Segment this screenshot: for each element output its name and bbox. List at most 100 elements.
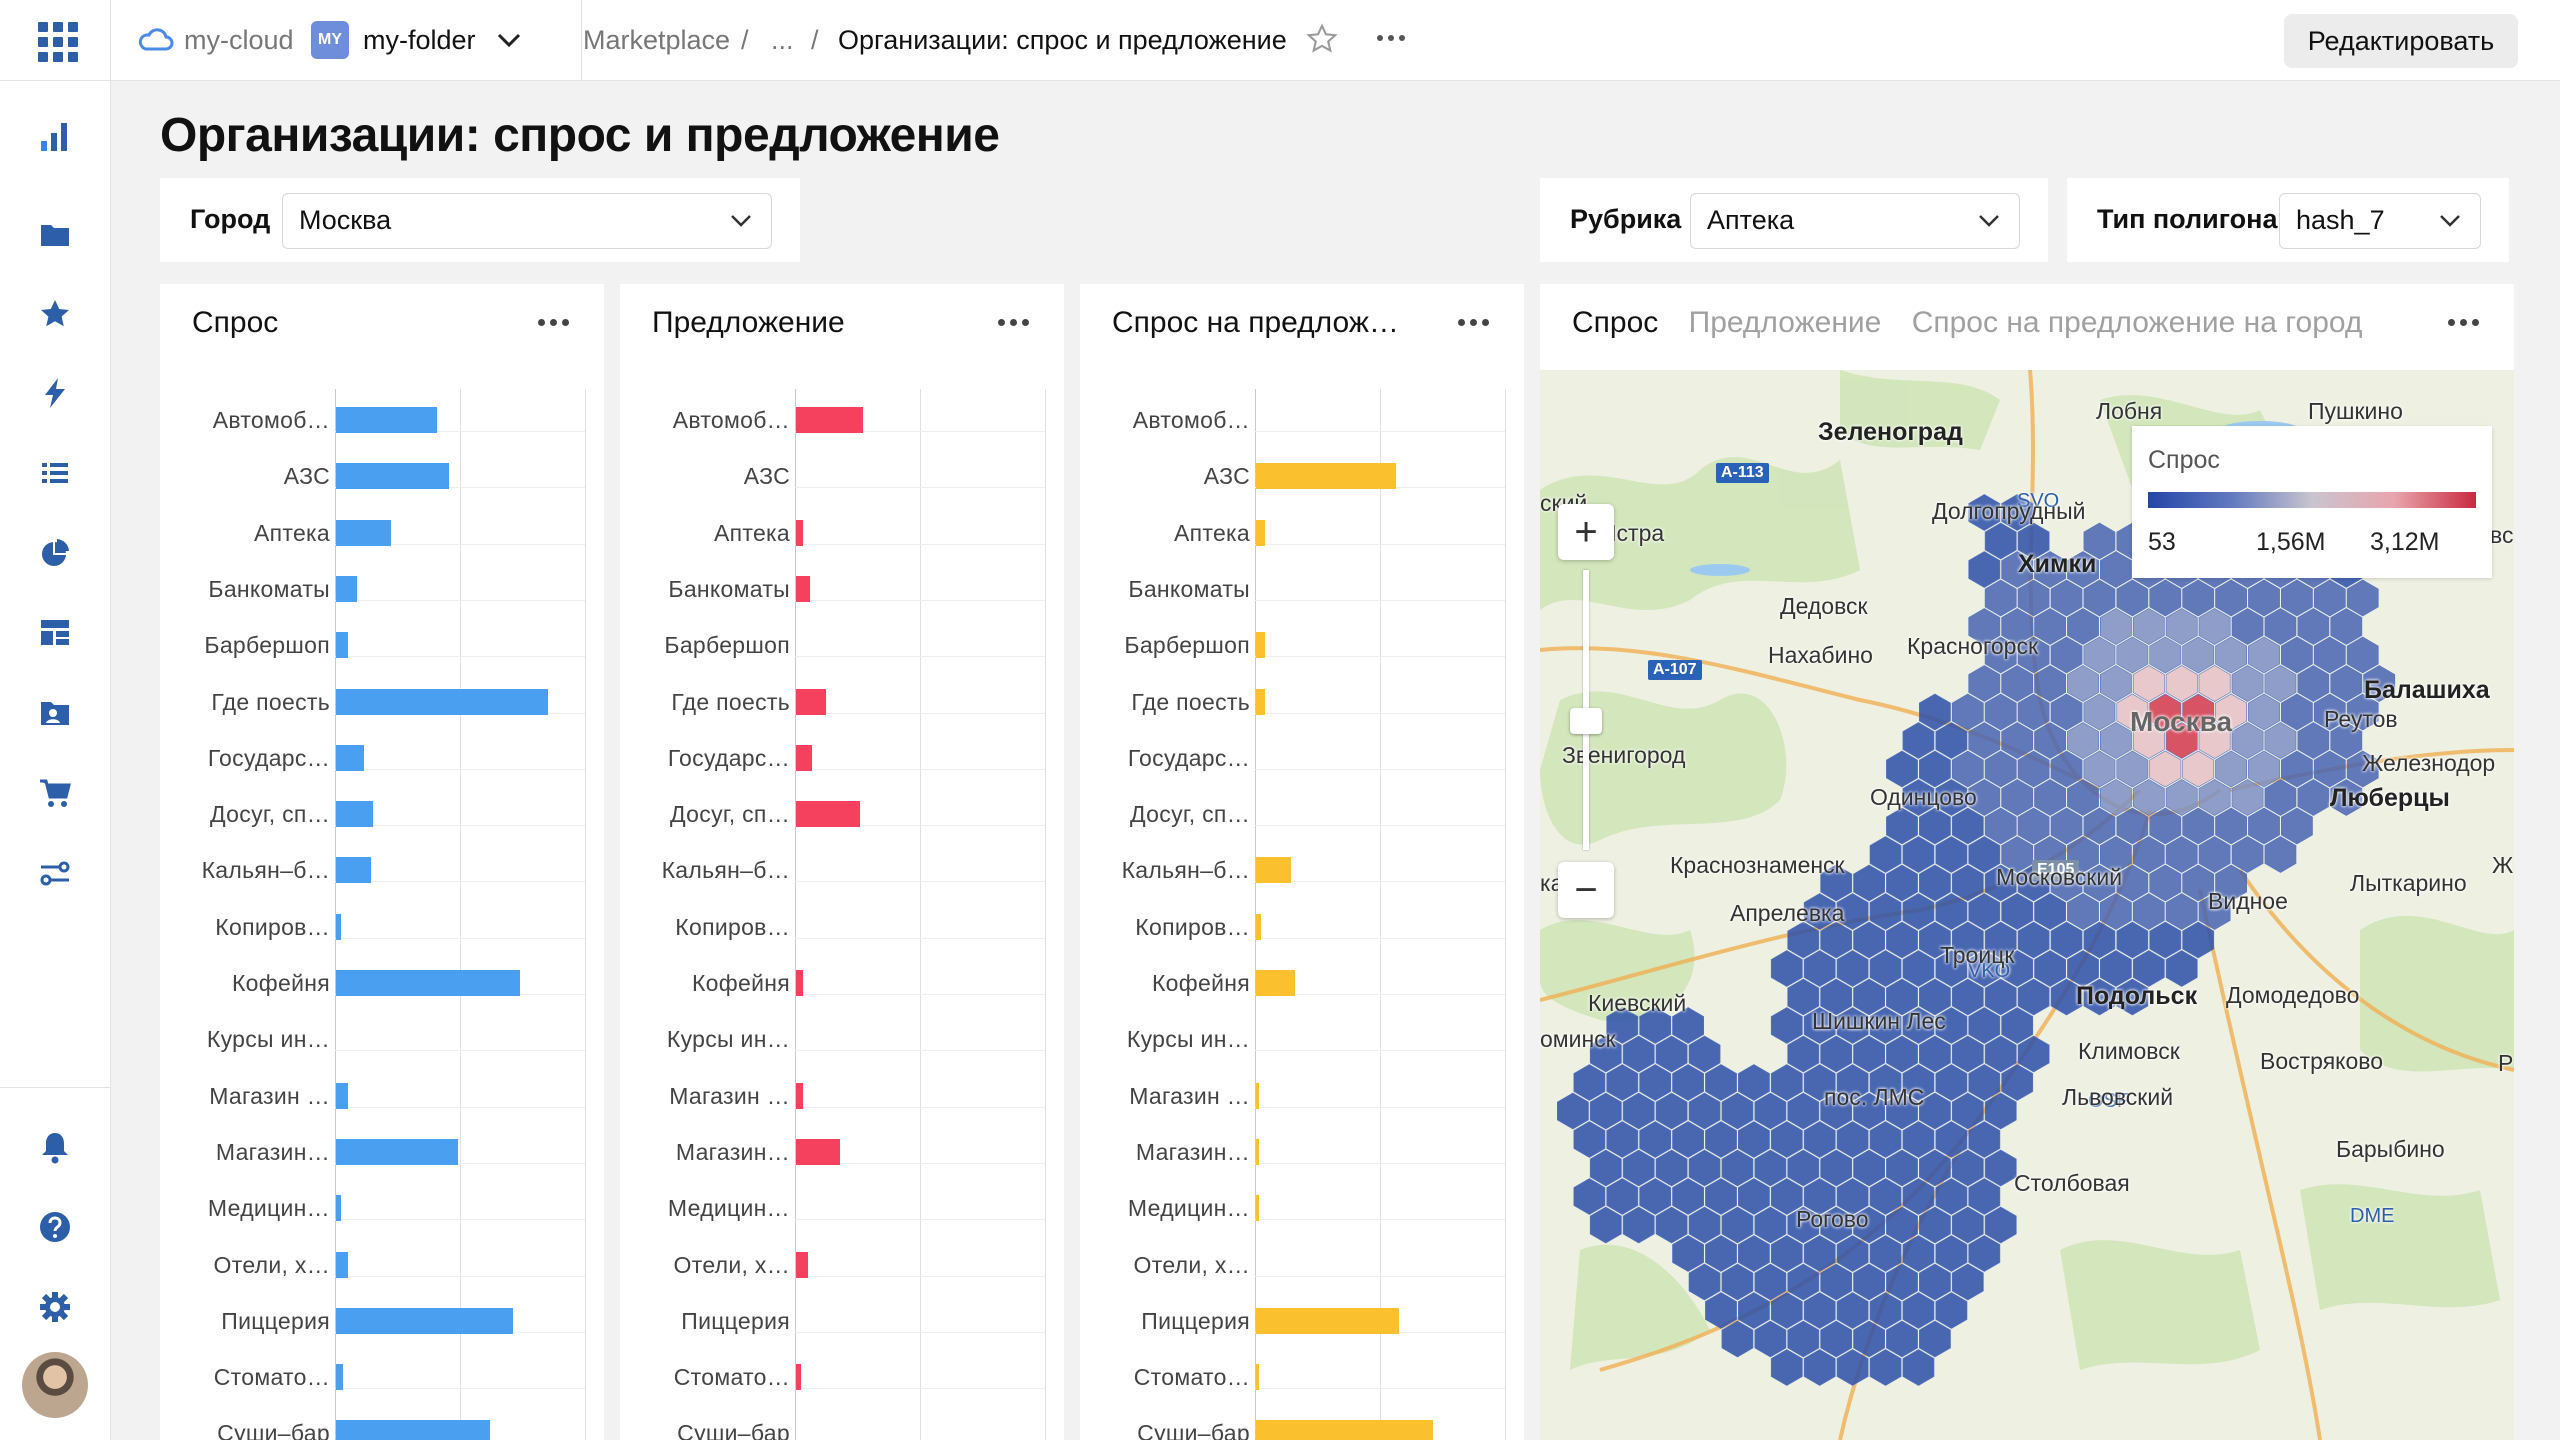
bar[interactable] <box>796 970 803 996</box>
chart-row-line <box>1255 768 1505 770</box>
bar[interactable] <box>1256 632 1266 659</box>
bar[interactable] <box>796 519 803 546</box>
bar[interactable] <box>336 970 520 996</box>
tab-demand[interactable]: Спрос <box>1572 306 1658 339</box>
bar[interactable] <box>336 519 392 546</box>
bar[interactable] <box>336 1195 341 1222</box>
bar[interactable] <box>336 407 438 433</box>
bar[interactable] <box>336 1138 458 1165</box>
bar[interactable] <box>1256 688 1266 715</box>
dashboard-icon[interactable] <box>35 613 75 653</box>
bar[interactable] <box>336 575 357 602</box>
bar[interactable] <box>336 1082 348 1109</box>
folder-icon[interactable] <box>35 215 75 255</box>
bar[interactable] <box>796 744 813 771</box>
cart-icon[interactable] <box>35 773 75 813</box>
edit-button[interactable]: Редактировать <box>2284 14 2518 68</box>
list-icon[interactable] <box>35 453 75 493</box>
zoom-out-button[interactable]: − <box>1558 862 1614 918</box>
category-label: Магазин… <box>1135 1138 1250 1165</box>
bar-chart-icon[interactable] <box>35 117 75 157</box>
heatmap-legend: Спрос 53 1,56M 3,12M <box>2132 426 2492 578</box>
bar[interactable] <box>1256 1307 1399 1334</box>
folder-selector[interactable]: my-folder <box>363 22 476 58</box>
bar[interactable] <box>796 1364 801 1391</box>
bar[interactable] <box>336 801 373 828</box>
bar[interactable] <box>1256 1195 1259 1222</box>
help-icon[interactable] <box>35 1207 75 1247</box>
bar[interactable] <box>1256 857 1291 884</box>
bar[interactable] <box>1256 1364 1259 1391</box>
bar[interactable] <box>796 575 810 602</box>
chart-row-line <box>1255 1050 1505 1052</box>
bar[interactable] <box>796 1251 808 1278</box>
top-bar: my-cloud MY my-folder Marketplace / ... … <box>111 0 2560 81</box>
tab-supply[interactable]: Предложение <box>1689 306 1882 339</box>
chart-plot-area <box>335 389 586 1440</box>
breadcrumb-marketplace[interactable]: Marketplace <box>583 22 730 58</box>
bar[interactable] <box>336 913 341 940</box>
map-city-label: Балашиха <box>2364 676 2490 704</box>
demand-chart-panel: Спрос Автомоб… АЗС Аптека Банкоматы Барбершо… <box>160 284 604 1440</box>
settings-gear-icon[interactable] <box>35 1287 75 1327</box>
bar[interactable] <box>1256 913 1261 940</box>
panel-more-icon[interactable] <box>2448 312 2484 332</box>
star-icon[interactable] <box>35 294 75 334</box>
breadcrumb-ellipsis[interactable]: ... <box>771 22 794 58</box>
rubric-select[interactable]: Аптека <box>1690 193 2020 249</box>
bar[interactable] <box>796 801 861 828</box>
favorite-star-icon[interactable] <box>1305 22 1339 56</box>
bar[interactable] <box>336 1251 348 1278</box>
chart-gridline <box>795 389 796 1440</box>
bar[interactable] <box>1256 1420 1434 1440</box>
category-label: Автомоб… <box>212 407 330 433</box>
apps-grid-icon[interactable] <box>38 22 78 62</box>
lightning-icon[interactable] <box>35 373 75 413</box>
rubric-filter: Рубрика Аптека <box>1540 178 2048 262</box>
bar[interactable] <box>1256 463 1397 490</box>
zoom-in-button[interactable]: + <box>1558 504 1614 560</box>
more-options-icon[interactable] <box>1377 35 1405 41</box>
bar[interactable] <box>336 463 449 490</box>
category-label: Магазин … <box>209 1082 330 1109</box>
panel-more-icon[interactable] <box>1458 312 1494 332</box>
bar[interactable] <box>1256 519 1266 546</box>
category-label: АЗС <box>283 463 330 490</box>
bar[interactable] <box>1256 970 1296 996</box>
bar[interactable] <box>336 1420 491 1440</box>
bar[interactable] <box>336 744 364 771</box>
bell-icon[interactable] <box>35 1127 75 1167</box>
zoom-slider-handle[interactable] <box>1570 708 1602 734</box>
map-city-label: Р <box>2498 1050 2514 1076</box>
chart-row-line <box>795 937 1045 939</box>
bar[interactable] <box>336 688 548 715</box>
panel-more-icon[interactable] <box>998 312 1034 332</box>
bar[interactable] <box>336 1307 514 1334</box>
chart-row-line <box>795 1275 1045 1277</box>
tab-demand-per-supply[interactable]: Спрос на предложение на город <box>1912 306 2363 339</box>
bar[interactable] <box>1256 1138 1259 1165</box>
breadcrumb-current: Организации: спрос и предложение <box>838 25 1287 55</box>
heatmap-map[interactable]: A-113 A-107 E105 SVO VKO OSF DME Зеленог… <box>1540 370 2514 1440</box>
bar[interactable] <box>336 1364 343 1391</box>
category-label: Стомато… <box>213 1364 330 1391</box>
cloud-breadcrumb[interactable]: my-cloud <box>184 22 294 58</box>
bar[interactable] <box>796 688 826 715</box>
connections-icon[interactable] <box>35 853 75 893</box>
chevron-down-icon[interactable] <box>496 31 522 49</box>
chart-row-line <box>795 994 1045 995</box>
bar[interactable] <box>336 857 371 884</box>
map-city-label: Одинцово <box>1870 784 1977 810</box>
city-filter-label: Город <box>190 204 271 234</box>
bar[interactable] <box>796 1138 840 1165</box>
bar[interactable] <box>1256 1082 1259 1109</box>
user-avatar[interactable] <box>22 1352 88 1418</box>
pie-chart-icon[interactable] <box>35 533 75 573</box>
bar[interactable] <box>796 1082 803 1109</box>
bar[interactable] <box>796 407 863 433</box>
polygon-type-select[interactable]: hash_7 <box>2279 193 2481 249</box>
person-card-icon[interactable] <box>35 693 75 733</box>
city-select[interactable]: Москва <box>282 193 772 249</box>
panel-more-icon[interactable] <box>538 312 574 332</box>
bar[interactable] <box>336 632 348 659</box>
